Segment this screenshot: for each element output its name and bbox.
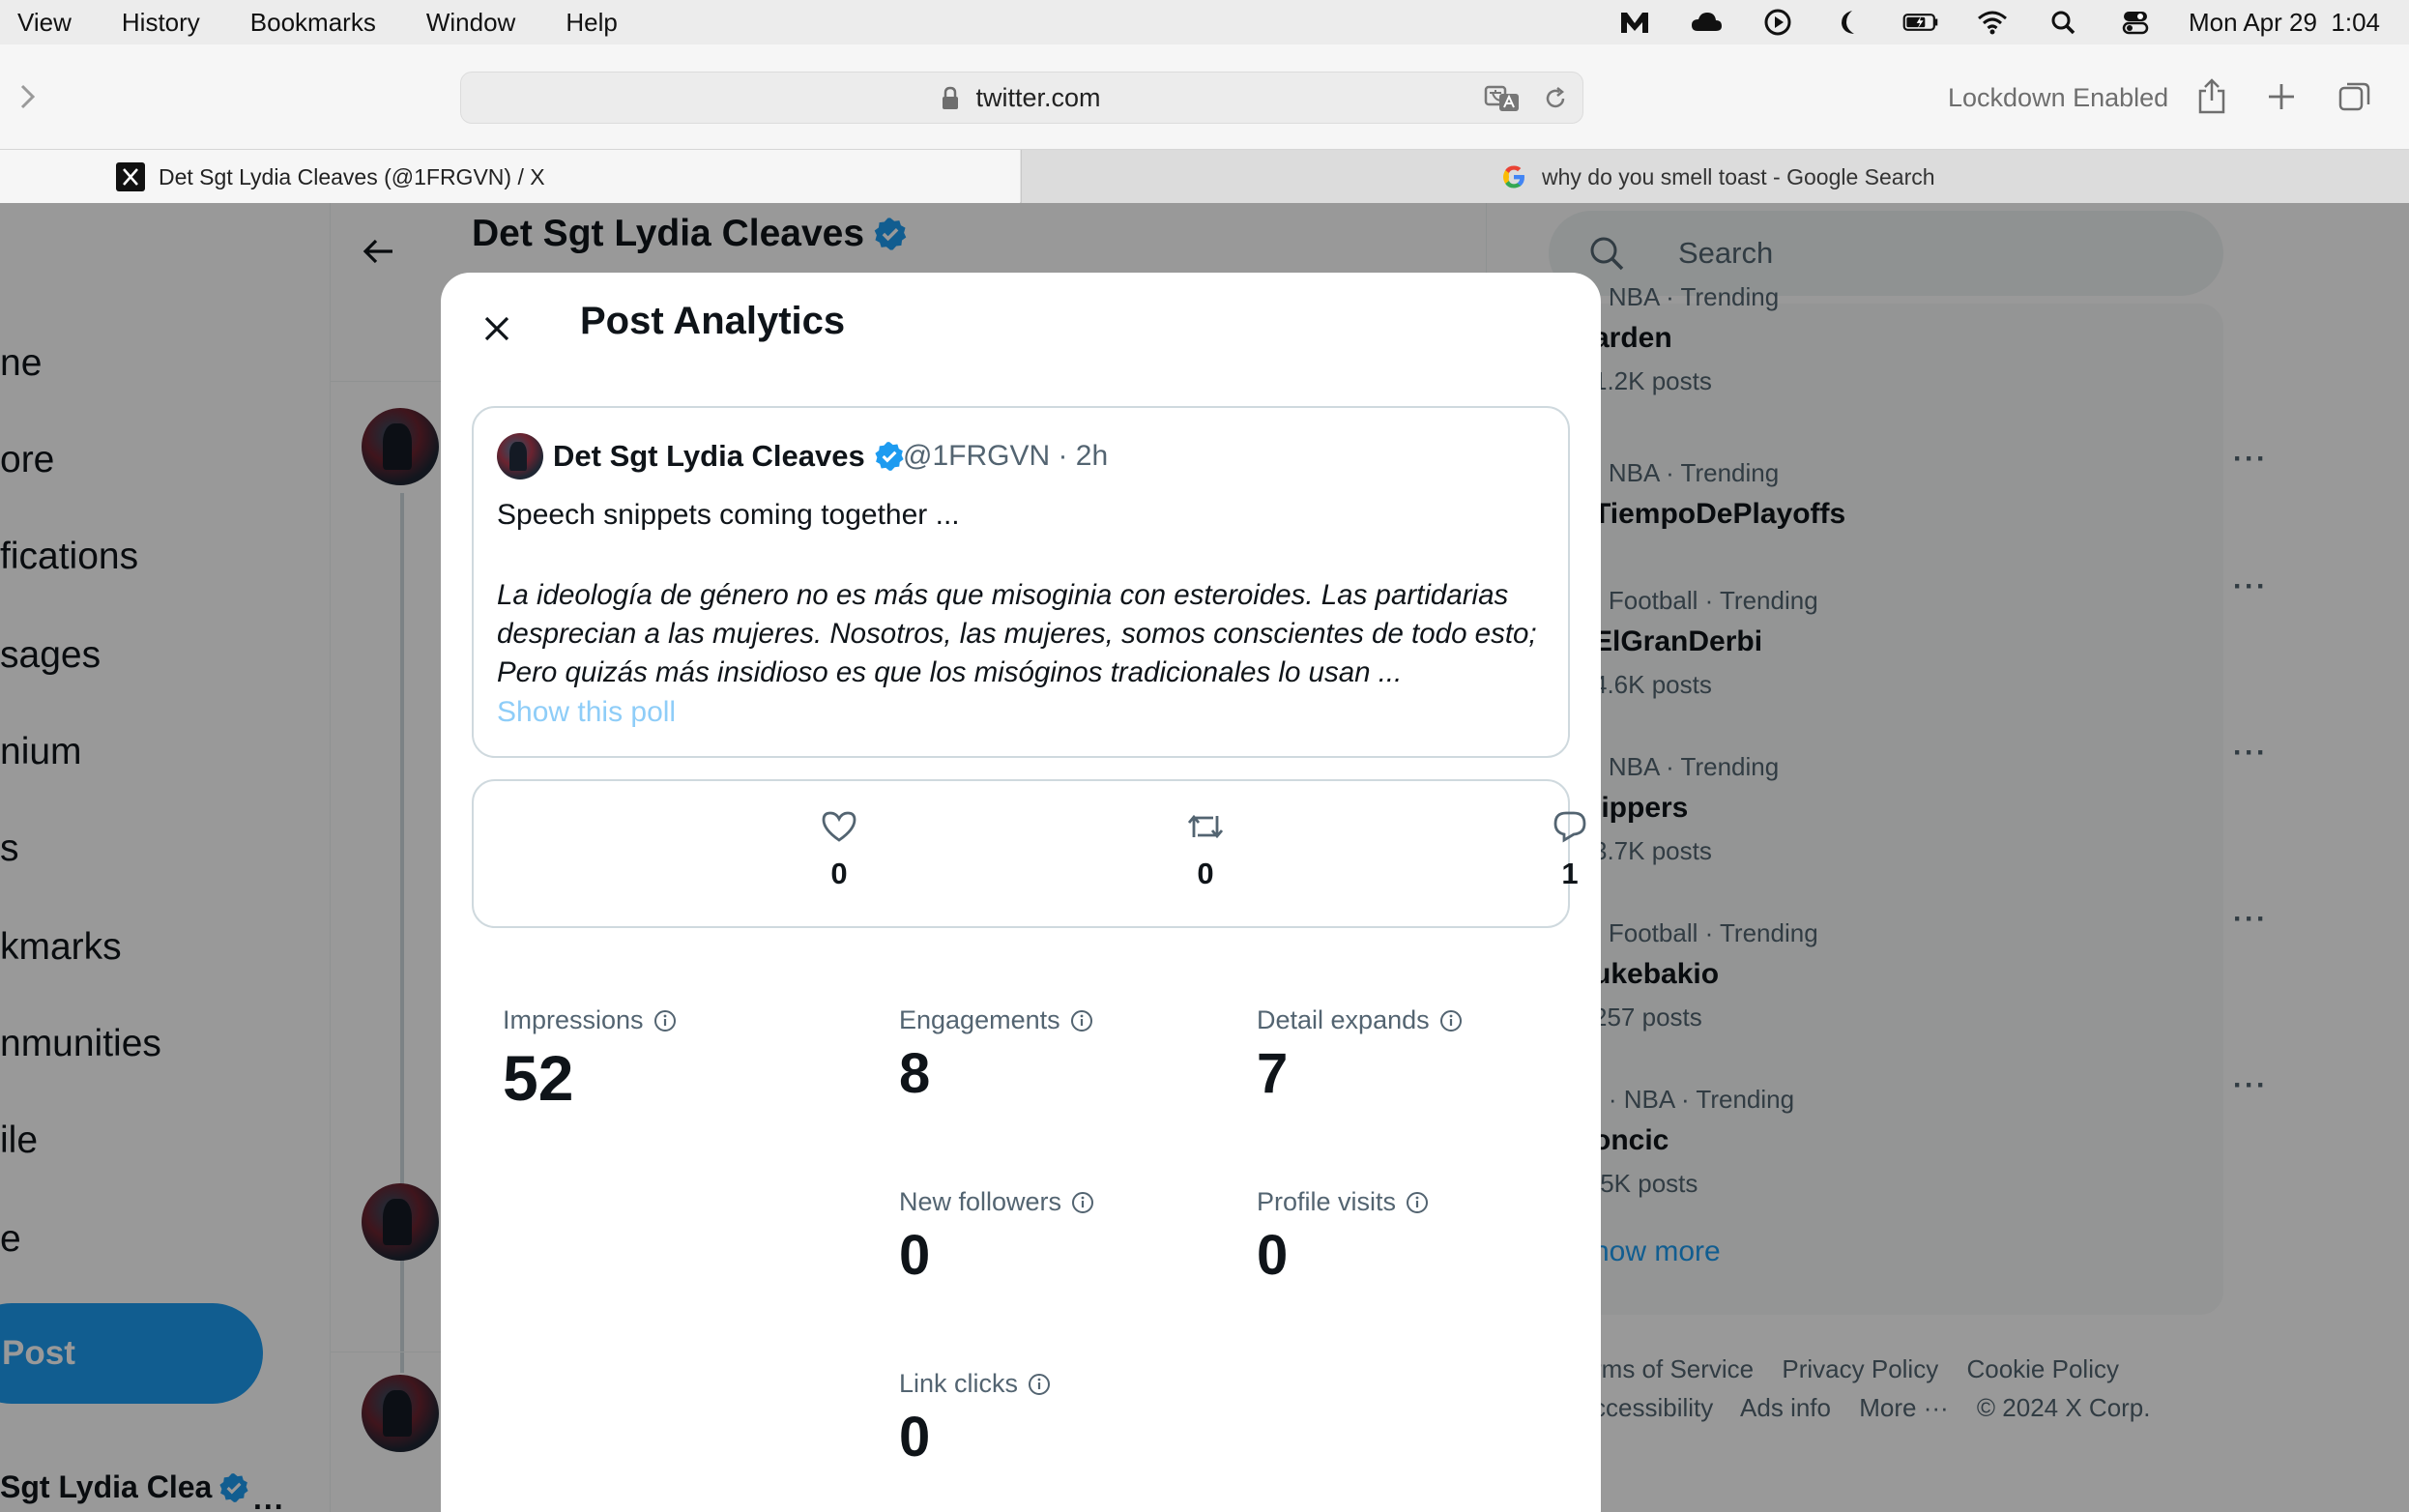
- show-poll-link[interactable]: Show this poll: [497, 696, 676, 729]
- reply-icon: [1541, 810, 1599, 849]
- likes-count: 0: [830, 857, 848, 890]
- modal-title: Post Analytics: [580, 300, 846, 342]
- reload-icon[interactable]: [1542, 85, 1569, 112]
- lockdown-status: Lockdown Enabled: [1948, 83, 2169, 112]
- heart-icon: [810, 810, 868, 849]
- post-quote-text: La ideología de género no es más que mis…: [497, 579, 1537, 688]
- metric-label: New followers: [899, 1187, 1062, 1216]
- chevron-right-icon: [20, 84, 36, 109]
- lock-icon: [943, 86, 958, 109]
- info-icon[interactable]: [1406, 1191, 1429, 1214]
- google-logo-icon: [1499, 162, 1528, 191]
- info-icon[interactable]: [1028, 1373, 1051, 1396]
- battery-icon[interactable]: [1902, 8, 1939, 37]
- metric-value: 8: [899, 1042, 931, 1105]
- url-text: twitter.com: [975, 82, 1101, 112]
- tab-title: Det Sgt Lydia Cleaves (@1FRGVN) / X: [159, 163, 545, 189]
- impressions-metric: Impressions 52: [503, 1005, 677, 1115]
- link-clicks-metric: Link clicks 0: [899, 1369, 1051, 1469]
- verified-badge-icon: [875, 442, 904, 471]
- address-bar[interactable]: twitter.com: [460, 72, 1583, 124]
- share-icon: [2198, 78, 2225, 114]
- engagements-metric: Engagements 8: [899, 1005, 1093, 1106]
- metric-label: Detail expands: [1257, 1005, 1430, 1034]
- app-menu: View History Bookmarks Window Help: [0, 8, 668, 38]
- info-icon[interactable]: [1071, 1191, 1094, 1214]
- plus-icon: [2269, 84, 2294, 109]
- info-icon[interactable]: [1439, 1009, 1463, 1032]
- menu-view[interactable]: View: [17, 8, 72, 38]
- repost-icon: [1176, 810, 1234, 849]
- tab-google-search[interactable]: why do you smell toast - Google Search: [1021, 150, 2409, 204]
- new-tab-button[interactable]: [2262, 77, 2301, 116]
- menu-bookmarks[interactable]: Bookmarks: [250, 8, 376, 38]
- metric-value: 0: [899, 1406, 931, 1468]
- reposts-stat: 0: [1176, 810, 1234, 891]
- metric-label: Engagements: [899, 1005, 1060, 1034]
- reposts-count: 0: [1197, 857, 1214, 890]
- tab-overview-button[interactable]: [2336, 77, 2374, 116]
- info-icon[interactable]: [653, 1009, 677, 1032]
- m-app-icon[interactable]: [1616, 8, 1653, 37]
- menu-clock[interactable]: Mon Apr 29 1:04: [2189, 8, 2380, 38]
- post-author: Det Sgt Lydia Cleaves: [553, 439, 906, 474]
- menu-help[interactable]: Help: [566, 8, 617, 38]
- metric-value: 52: [503, 1042, 574, 1114]
- close-button[interactable]: [470, 302, 524, 356]
- play-circle-icon[interactable]: [1759, 8, 1796, 37]
- forward-button[interactable]: [14, 77, 43, 116]
- replies-count: 1: [1561, 857, 1579, 890]
- moon-icon[interactable]: [1831, 8, 1868, 37]
- control-center-icon[interactable]: [2117, 8, 2154, 37]
- menu-window[interactable]: Window: [426, 8, 515, 38]
- metric-value: 0: [1257, 1224, 1289, 1287]
- post-text: Speech snippets coming together ...: [497, 499, 960, 531]
- likes-stat: 0: [810, 810, 868, 891]
- engagement-stats-card: 0 0 1: [472, 779, 1586, 928]
- metric-label: Link clicks: [899, 1369, 1019, 1398]
- tab-title: why do you smell toast - Google Search: [1542, 163, 1935, 189]
- detail-expands-metric: Detail expands 7: [1257, 1005, 1463, 1106]
- post-preview-card[interactable]: Det Sgt Lydia Cleaves @1FRGVN · 2h Speec…: [472, 406, 1570, 758]
- metric-value: 7: [1257, 1042, 1289, 1105]
- tab-twitter-profile[interactable]: Det Sgt Lydia Cleaves (@1FRGVN) / X: [0, 150, 1020, 204]
- spotlight-search-icon[interactable]: [2046, 8, 2082, 37]
- status-area: Mon Apr 29 1:04: [1616, 0, 2380, 44]
- share-button[interactable]: [2192, 77, 2231, 116]
- metric-label: Impressions: [503, 1005, 644, 1034]
- menu-history[interactable]: History: [122, 8, 200, 38]
- profile-visits-metric: Profile visits 0: [1257, 1187, 1429, 1288]
- cloud-icon[interactable]: [1688, 8, 1725, 37]
- post-handle-time: @1FRGVN · 2h: [903, 440, 1109, 472]
- macos-menu-bar: View History Bookmarks Window Help Mon A…: [0, 0, 2409, 44]
- new-followers-metric: New followers 0: [899, 1187, 1094, 1288]
- avatar: [497, 433, 543, 480]
- x-logo-icon: [116, 162, 145, 191]
- tabs-overview-icon: [2338, 82, 2370, 111]
- twitter-page: ne ore fications sages nium s kmarks nmu…: [0, 203, 2409, 1512]
- close-icon: [484, 316, 509, 341]
- translate-icon[interactable]: [1484, 84, 1523, 113]
- metric-label: Profile visits: [1257, 1187, 1397, 1216]
- wifi-icon[interactable]: [1974, 8, 2011, 37]
- info-icon[interactable]: [1070, 1009, 1093, 1032]
- replies-stat: 1: [1541, 810, 1599, 891]
- tab-bar: Det Sgt Lydia Cleaves (@1FRGVN) / X why …: [0, 149, 2409, 204]
- post-analytics-modal: Post Analytics Det Sgt Lydia Cleaves @1F…: [441, 273, 1601, 1512]
- post-author-name: Det Sgt Lydia Cleaves: [553, 439, 865, 473]
- metric-value: 0: [899, 1224, 931, 1287]
